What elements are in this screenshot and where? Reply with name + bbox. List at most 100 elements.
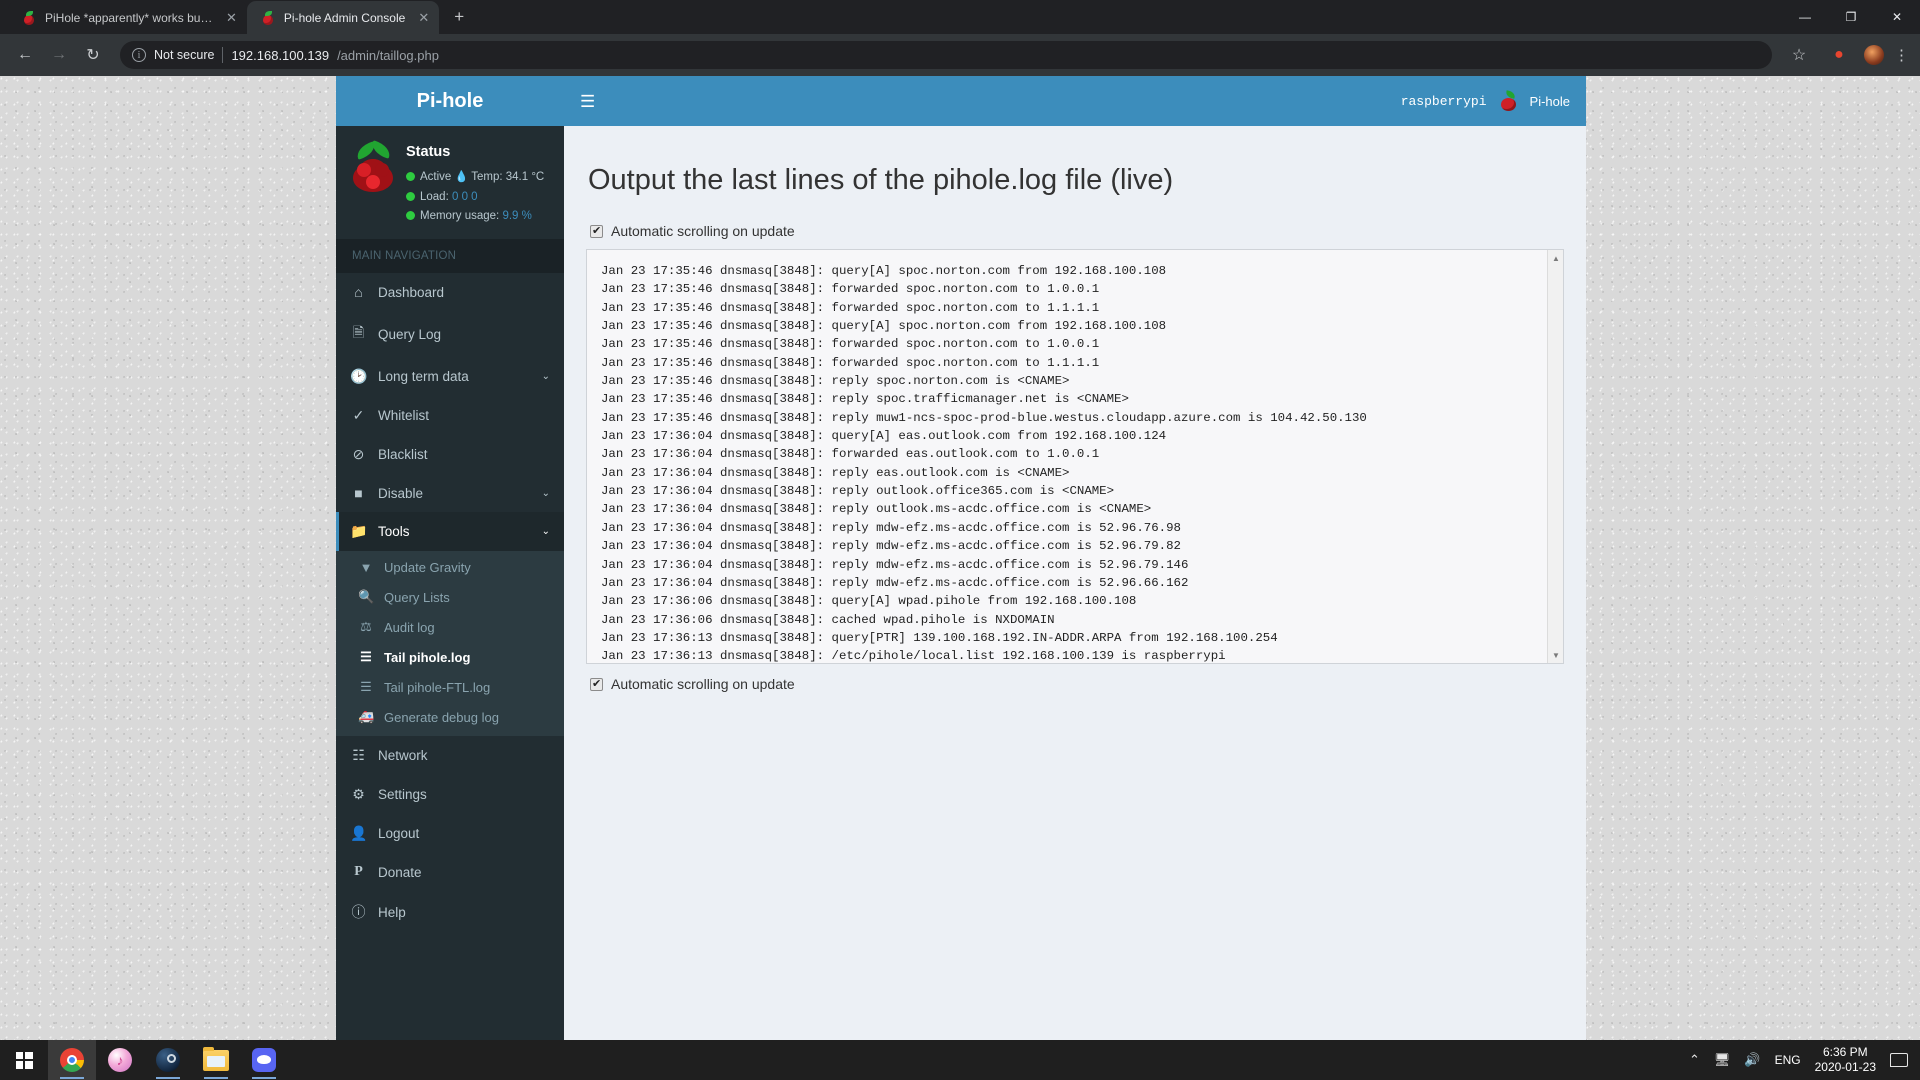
sidebar-item-tail-pihole-log[interactable]: ☰ Tail pihole.log — [336, 642, 564, 672]
url-host: 192.168.100.139 — [231, 47, 330, 63]
close-icon[interactable]: ✕ — [226, 10, 237, 26]
browser-tab-2[interactable]: Pi-hole Admin Console ✕ — [246, 1, 440, 34]
submenu-item-label: Update Gravity — [384, 560, 471, 576]
sidebar-item-tools[interactable]: 📁 Tools ⌄ — [336, 512, 564, 552]
bookmark-star-icon[interactable]: ☆ — [1784, 40, 1814, 70]
avatar[interactable] — [1864, 45, 1884, 65]
windows-start-icon[interactable] — [0, 1040, 48, 1080]
sidebar-item-network[interactable]: ☷ Network — [336, 736, 564, 775]
auto-scroll-checkbox-bottom[interactable] — [590, 677, 603, 691]
sidebar-brand[interactable]: Pi-hole — [336, 76, 564, 126]
sidebar-item-blacklist[interactable]: ⊘ Blacklist — [336, 435, 564, 474]
file-explorer-taskbar-icon[interactable] — [192, 1040, 240, 1080]
browser-tab-1[interactable]: PiHole *apparently* works but it i ✕ — [8, 1, 247, 34]
status-load-value: 0 0 0 — [451, 190, 478, 203]
maximize-button[interactable]: ❐ — [1828, 0, 1874, 34]
pihole-admin-app: Pi-hole Status Active 💧 Temp: 34.1 °C Lo… — [336, 76, 1586, 1040]
balance-scale-icon: ⚖ — [360, 619, 372, 635]
topbar-brand-label[interactable]: Pi-hole — [1530, 94, 1570, 109]
status-memory-label: Memory usage: — [420, 210, 500, 223]
volume-icon[interactable]: 🔊 — [1744, 1052, 1760, 1068]
toolbar-right-actions: ☆ ● ⋮ — [1784, 40, 1910, 70]
sidebar-item-help[interactable]: ⓘ Help — [336, 891, 564, 933]
status-text: Status Active 💧 Temp: 34.1 °C Load: 0 0 … — [406, 140, 544, 227]
auto-scroll-row-bottom[interactable]: Automatic scrolling on update — [590, 676, 1564, 692]
sidebar-item-long-term-data[interactable]: 🕑 Long term data ⌄ — [336, 357, 564, 396]
status-load-row: Load: 0 0 0 — [406, 188, 544, 208]
forward-button[interactable]: → — [44, 40, 74, 70]
document-icon: 🗎 — [352, 324, 365, 341]
scroll-up-icon[interactable]: ▲ — [1548, 250, 1563, 266]
log-scrollbar[interactable]: ▲ ▼ — [1547, 250, 1563, 663]
clock-icon: 🕑 — [350, 368, 368, 385]
sidebar-item-donate[interactable]: P Donate — [336, 853, 564, 891]
sidebar-item-label: Query Log — [378, 326, 442, 342]
sidebar-item-update-gravity[interactable]: ▼ Update Gravity — [336, 553, 564, 582]
hamburger-icon[interactable]: ☰ — [580, 93, 595, 110]
info-icon[interactable]: i — [132, 48, 146, 62]
discord-taskbar-icon[interactable] — [240, 1040, 288, 1080]
page-viewport: Pi-hole Status Active 💧 Temp: 34.1 °C Lo… — [0, 76, 1920, 1040]
network-icon[interactable]: 🖥 — [1714, 1052, 1731, 1068]
sidebar-item-audit-log[interactable]: ⚖ Audit log — [336, 612, 564, 642]
sidebar-item-settings[interactable]: ⚙ Settings — [336, 775, 564, 814]
sidebar-item-whitelist[interactable]: ✓ Whitelist — [336, 396, 564, 435]
ban-icon: ⊘ — [352, 446, 365, 463]
scroll-down-icon[interactable]: ▼ — [1548, 647, 1563, 663]
close-window-button[interactable]: ✕ — [1874, 0, 1920, 34]
new-tab-button[interactable]: + — [445, 3, 473, 31]
status-active-label: Active — [420, 170, 452, 183]
back-button[interactable]: ← — [10, 40, 40, 70]
pihole-favicon — [261, 10, 275, 25]
status-memory-row: Memory usage: 9.9 % — [406, 207, 544, 227]
clock-date: 2020-01-23 — [1814, 1060, 1876, 1074]
status-panel: Status Active 💧 Temp: 34.1 °C Load: 0 0 … — [336, 126, 564, 239]
paypal-icon: P — [354, 864, 363, 880]
sidebar-item-generate-debug-log[interactable]: 🚑 Generate debug log — [336, 702, 564, 732]
submenu-item-label: Generate debug log — [384, 709, 499, 725]
main-area: ☰ raspberrypi Pi-hole Output the last li… — [564, 76, 1586, 1040]
chrome-taskbar-icon[interactable] — [48, 1040, 96, 1080]
reload-button[interactable]: ↻ — [78, 40, 108, 70]
close-icon[interactable]: ✕ — [418, 10, 429, 26]
submenu-item-label: Tail pihole.log — [384, 649, 471, 665]
show-hidden-icons-chevron-icon[interactable]: ⌃ — [1689, 1052, 1700, 1068]
auto-scroll-checkbox-top[interactable] — [590, 224, 603, 238]
raspberry-shape — [353, 159, 393, 192]
sidebar-item-dashboard[interactable]: ⌂ Dashboard — [336, 273, 564, 311]
page-title: Output the last lines of the pihole.log … — [588, 164, 1174, 196]
log-output-text: Jan 23 17:35:46 dnsmasq[3848]: query[A] … — [601, 264, 1367, 664]
topbar: ☰ raspberrypi Pi-hole — [564, 76, 1586, 126]
download-circle-icon: ▼ — [359, 560, 373, 576]
sidebar-item-label: Logout — [378, 826, 420, 842]
status-dot-icon — [406, 171, 415, 181]
minimize-button[interactable]: — — [1782, 0, 1828, 34]
windows-taskbar: ⌃ 🖥 🔊 ENG 6:36 PM 2020-01-23 — [0, 1040, 1920, 1080]
status-temp-label: Temp: 34.1 °C — [471, 170, 545, 183]
sidebar-item-label: Long term data — [378, 369, 469, 385]
sidebar-item-disable[interactable]: ■ Disable ⌄ — [336, 474, 564, 512]
question-circle-icon: ⓘ — [351, 904, 366, 921]
system-tray: ⌃ 🖥 🔊 ENG 6:36 PM 2020-01-23 — [1689, 1045, 1920, 1076]
submenu-item-label: Tail pihole-FTL.log — [384, 679, 491, 695]
itunes-taskbar-icon[interactable] — [96, 1040, 144, 1080]
taskbar-clock[interactable]: 6:36 PM 2020-01-23 — [1815, 1045, 1876, 1076]
steam-taskbar-icon[interactable] — [144, 1040, 192, 1080]
extension-icon[interactable]: ● — [1824, 40, 1854, 70]
auto-scroll-row-top[interactable]: Automatic scrolling on update — [590, 223, 1564, 239]
sidebar-item-query-lists[interactable]: 🔍 Query Lists — [336, 582, 564, 612]
url-path: /admin/taillog.php — [337, 47, 439, 63]
log-output-box[interactable]: Jan 23 17:35:46 dnsmasq[3848]: query[A] … — [586, 249, 1564, 664]
sidebar-item-logout[interactable]: 👤 Logout — [336, 814, 564, 853]
browser-menu-icon[interactable]: ⋮ — [1894, 48, 1909, 63]
pihole-logo-icon[interactable] — [1499, 89, 1518, 112]
sidebar-item-label: Tools — [378, 524, 410, 540]
action-center-icon[interactable] — [1890, 1053, 1908, 1067]
chevron-down-icon: ⌄ — [541, 487, 550, 499]
sitemap-icon: ☷ — [352, 747, 365, 764]
sidebar-item-tail-pihole-ftl-log[interactable]: ☰ Tail pihole-FTL.log — [336, 672, 564, 702]
address-bar[interactable]: i Not secure 192.168.100.139/admin/taill… — [120, 41, 1772, 69]
page-content: Output the last lines of the pihole.log … — [564, 126, 1586, 702]
language-indicator[interactable]: ENG — [1775, 1053, 1801, 1067]
sidebar-item-query-log[interactable]: 🗎 Query Log — [336, 311, 564, 357]
